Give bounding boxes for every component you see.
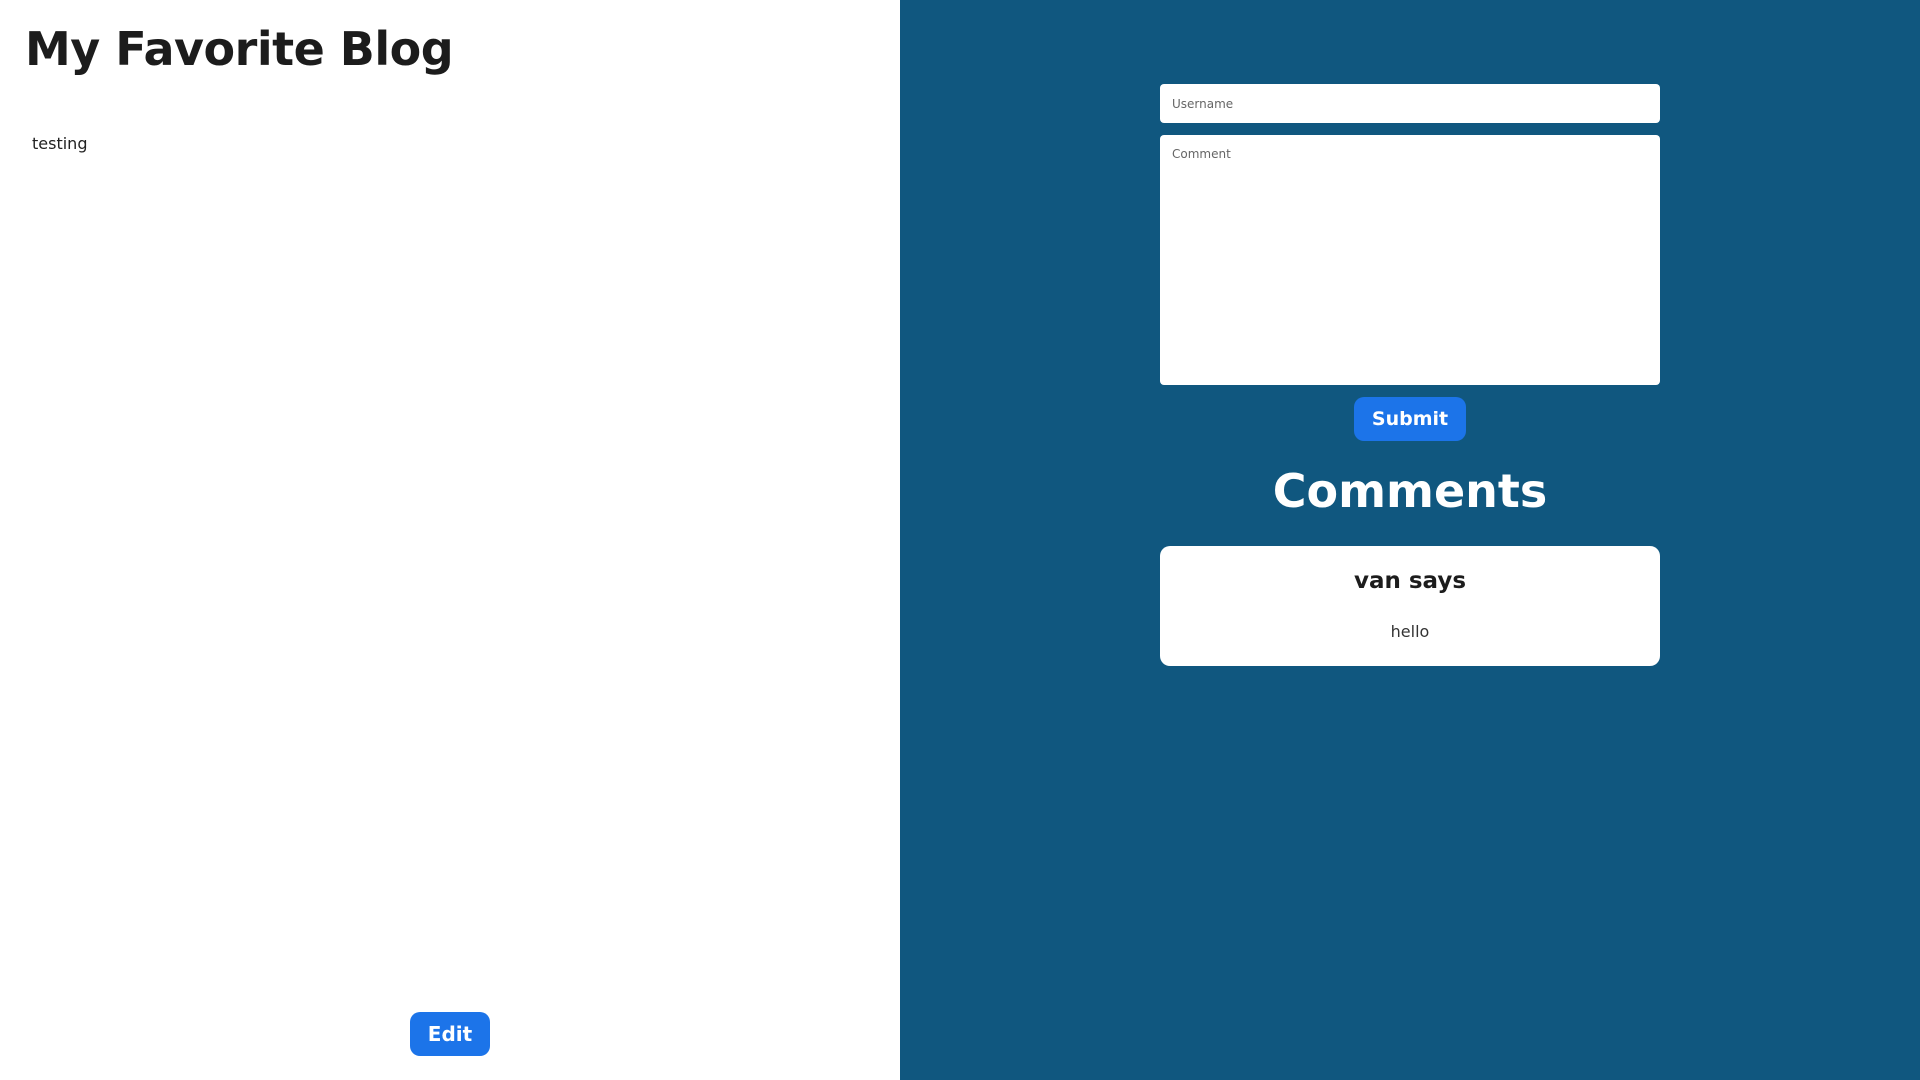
comment-card: van says hello <box>1160 546 1660 666</box>
comment-textarea[interactable] <box>1160 135 1660 385</box>
username-input[interactable] <box>1160 84 1660 123</box>
comment-text: hello <box>1390 622 1430 641</box>
post-pane: My Favorite Blog testing Edit <box>0 0 900 1080</box>
blog-title: My Favorite Blog <box>25 22 454 76</box>
comments-heading: Comments <box>1272 464 1548 518</box>
page: My Favorite Blog testing Edit Submit Com… <box>0 0 1920 1080</box>
comment-form: Submit <box>1160 84 1660 441</box>
edit-button[interactable]: Edit <box>410 1012 490 1056</box>
submit-button[interactable]: Submit <box>1354 397 1466 441</box>
comment-author: van says <box>1353 568 1467 594</box>
post-body: testing <box>32 134 88 153</box>
comments-pane: Submit Comments van says hello <box>900 0 1920 1080</box>
